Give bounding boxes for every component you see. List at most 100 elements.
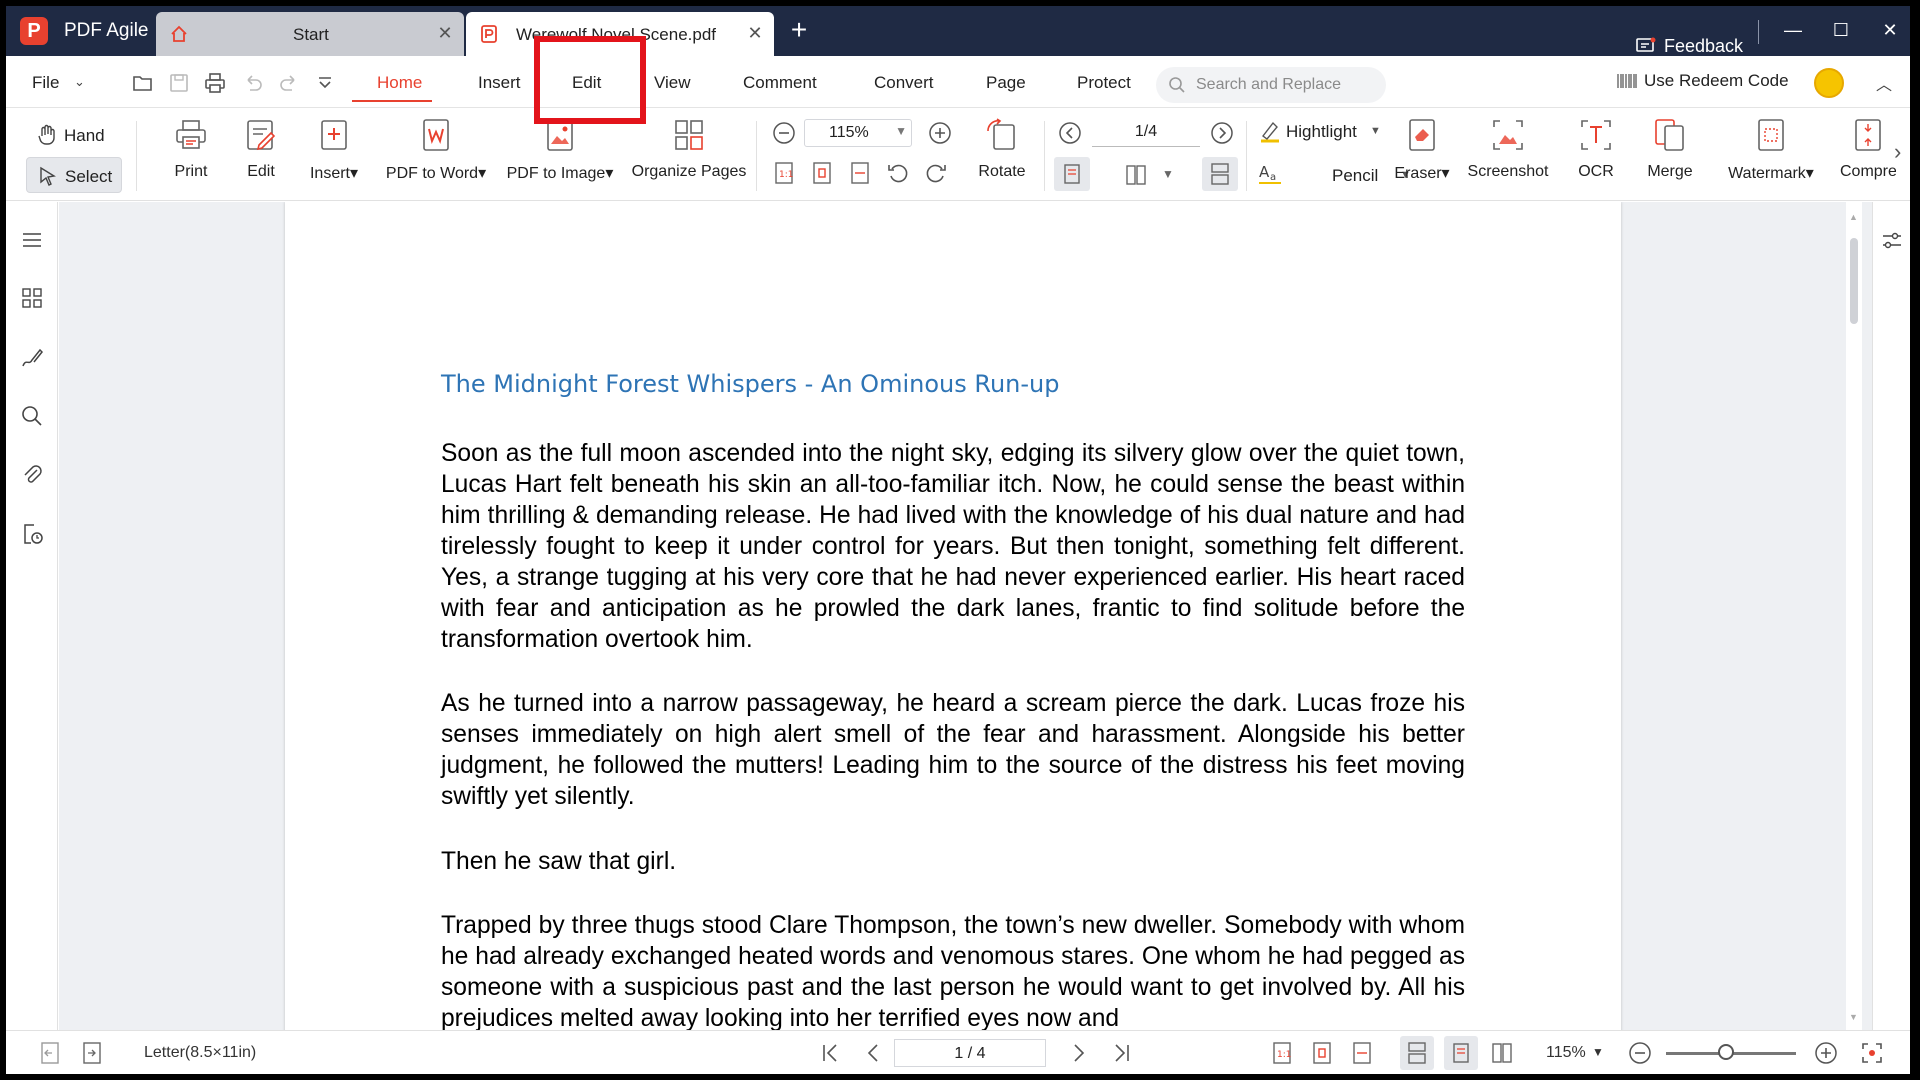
tab-view[interactable]: View [654,73,691,93]
screenshot-tool[interactable]: Screenshot [1466,117,1550,181]
document-viewport[interactable]: The Midnight Forest Whispers - An Ominou… [59,202,1873,1030]
next-page-icon[interactable] [1066,1041,1090,1065]
watermark-tool[interactable]: Watermark▾ [1722,117,1820,183]
tab-start[interactable]: Start ✕ [156,12,464,56]
ocr-tool[interactable]: OCR [1576,117,1616,181]
merge-tool[interactable]: Merge [1642,117,1698,181]
minimize-button[interactable]: — [1781,18,1805,42]
pdf-page[interactable]: The Midnight Forest Whispers - An Ominou… [285,202,1621,1030]
previous-view-icon[interactable] [38,1041,62,1065]
customize-toolbar-icon[interactable] [314,72,336,94]
print-icon[interactable] [204,72,226,94]
tab-convert[interactable]: Convert [874,73,934,93]
tab-insert[interactable]: Insert [478,73,521,93]
zoom-out-icon[interactable] [772,121,796,145]
redeem-code-button[interactable]: Use Redeem Code [1616,71,1789,91]
zoom-slider-handle[interactable] [1717,1044,1734,1060]
next-view-icon[interactable] [80,1041,104,1065]
avatar[interactable] [1814,68,1844,98]
zoom-in-icon[interactable] [1814,1041,1838,1065]
previous-page-icon[interactable] [1058,121,1082,145]
previous-page-icon[interactable] [862,1041,886,1065]
attachment-icon[interactable] [20,462,44,486]
file-menu[interactable]: File [32,73,59,93]
highlight-tool[interactable]: Hightlight ▼ [1258,117,1386,147]
search-icon[interactable] [20,404,44,428]
print-tool[interactable]: Print [166,117,216,181]
page-number-input[interactable]: 1/4 [1092,119,1200,147]
fit-width-icon[interactable] [848,161,872,185]
screenshot-icon [1493,120,1523,150]
close-icon[interactable]: ✕ [436,24,454,42]
next-page-icon[interactable] [1210,121,1234,145]
ribbon-scroll-right-icon[interactable]: › [1894,139,1901,165]
single-page-view-button[interactable] [1054,157,1090,191]
maximize-button[interactable]: ☐ [1829,18,1853,42]
text-style-icon[interactable]: Aa [1258,161,1282,185]
insert-tool[interactable]: Insert▾ [306,117,362,183]
properties-icon[interactable] [1881,230,1903,252]
first-page-icon[interactable] [818,1041,842,1065]
fit-page-icon[interactable] [1310,1041,1334,1065]
scroll-up-icon[interactable]: ▲ [1849,212,1858,222]
close-icon[interactable]: ✕ [746,24,764,42]
continuous-scroll-button[interactable] [1400,1036,1434,1070]
last-page-icon[interactable] [1110,1041,1134,1065]
select-tool-button[interactable]: Select [26,157,122,193]
scroll-down-icon[interactable]: ▼ [1849,1012,1858,1022]
eraser-tool[interactable]: Eraser▾ [1394,117,1450,183]
fullscreen-icon[interactable] [1860,1041,1884,1065]
menu-icon[interactable] [20,228,44,252]
scrollbar-thumb[interactable] [1850,238,1858,324]
pdf-agile-window: P PDF Agile Start ✕ Werewolf Novel Scene… [6,6,1910,1074]
search-input[interactable]: Search and Replace [1156,67,1386,103]
zoom-out-icon[interactable] [1628,1041,1652,1065]
ocr-label: OCR [1578,163,1614,180]
compress-tool[interactable]: Compre [1840,117,1896,181]
actual-size-icon[interactable]: 1:1 [1270,1041,1294,1065]
tab-page[interactable]: Page [986,73,1026,93]
single-page-view-button[interactable] [1444,1036,1478,1070]
zoom-in-icon[interactable] [928,121,952,145]
print-label: Print [174,163,208,180]
rotate-left-icon[interactable] [886,161,910,185]
tab-home[interactable]: Home [377,73,422,93]
rotate-tool[interactable]: Rotate [974,117,1030,181]
tab-protect[interactable]: Protect [1077,73,1131,93]
thumbnails-icon[interactable] [20,286,44,310]
chevron-up-icon[interactable]: ︿ [1876,71,1892,95]
new-tab-button[interactable]: + [784,16,814,46]
continuous-scroll-button[interactable] [1202,157,1238,191]
actual-size-icon[interactable]: 1:1 [772,161,796,185]
hand-tool-button[interactable]: Hand [26,117,122,153]
save-icon[interactable] [168,72,190,94]
edit-tool[interactable]: Edit [236,117,286,181]
document-history-icon[interactable] [20,522,44,546]
chevron-down-icon[interactable]: ▼ [895,124,907,138]
vertical-scrollbar[interactable]: ▲ ▼ [1846,202,1862,1030]
fit-width-icon[interactable] [1350,1041,1374,1065]
page-indicator-input[interactable]: 1 / 4 [894,1039,1046,1067]
redo-icon[interactable] [278,72,300,94]
zoom-input[interactable]: 115% ▼ [804,119,912,147]
two-page-icon[interactable] [1490,1041,1514,1065]
continuous-scroll-icon [1211,163,1229,185]
organize-pages-tool[interactable]: Organize Pages [630,117,748,181]
pdf-to-word-tool[interactable]: PDF to Word▾ [382,117,490,183]
chevron-down-icon[interactable]: ▼ [1162,167,1174,181]
chevron-down-icon[interactable]: ⌄ [74,74,85,90]
undo-icon[interactable] [242,72,264,94]
close-window-button[interactable]: ✕ [1878,18,1902,42]
pdf-to-image-tool[interactable]: PDF to Image▾ [502,117,618,183]
zoom-level-label[interactable]: 115% [1546,1044,1586,1062]
svg-text:A: A [1259,163,1270,181]
rotate-right-icon[interactable] [924,161,948,185]
chevron-down-icon[interactable]: ▼ [1592,1045,1604,1059]
fit-page-icon[interactable] [810,161,834,185]
tab-comment[interactable]: Comment [743,73,817,93]
signature-icon[interactable] [20,346,44,370]
eraser-icon [1409,119,1435,151]
two-page-icon[interactable] [1124,163,1148,187]
redeem-label: Use Redeem Code [1644,71,1789,90]
open-folder-icon[interactable] [132,72,154,94]
